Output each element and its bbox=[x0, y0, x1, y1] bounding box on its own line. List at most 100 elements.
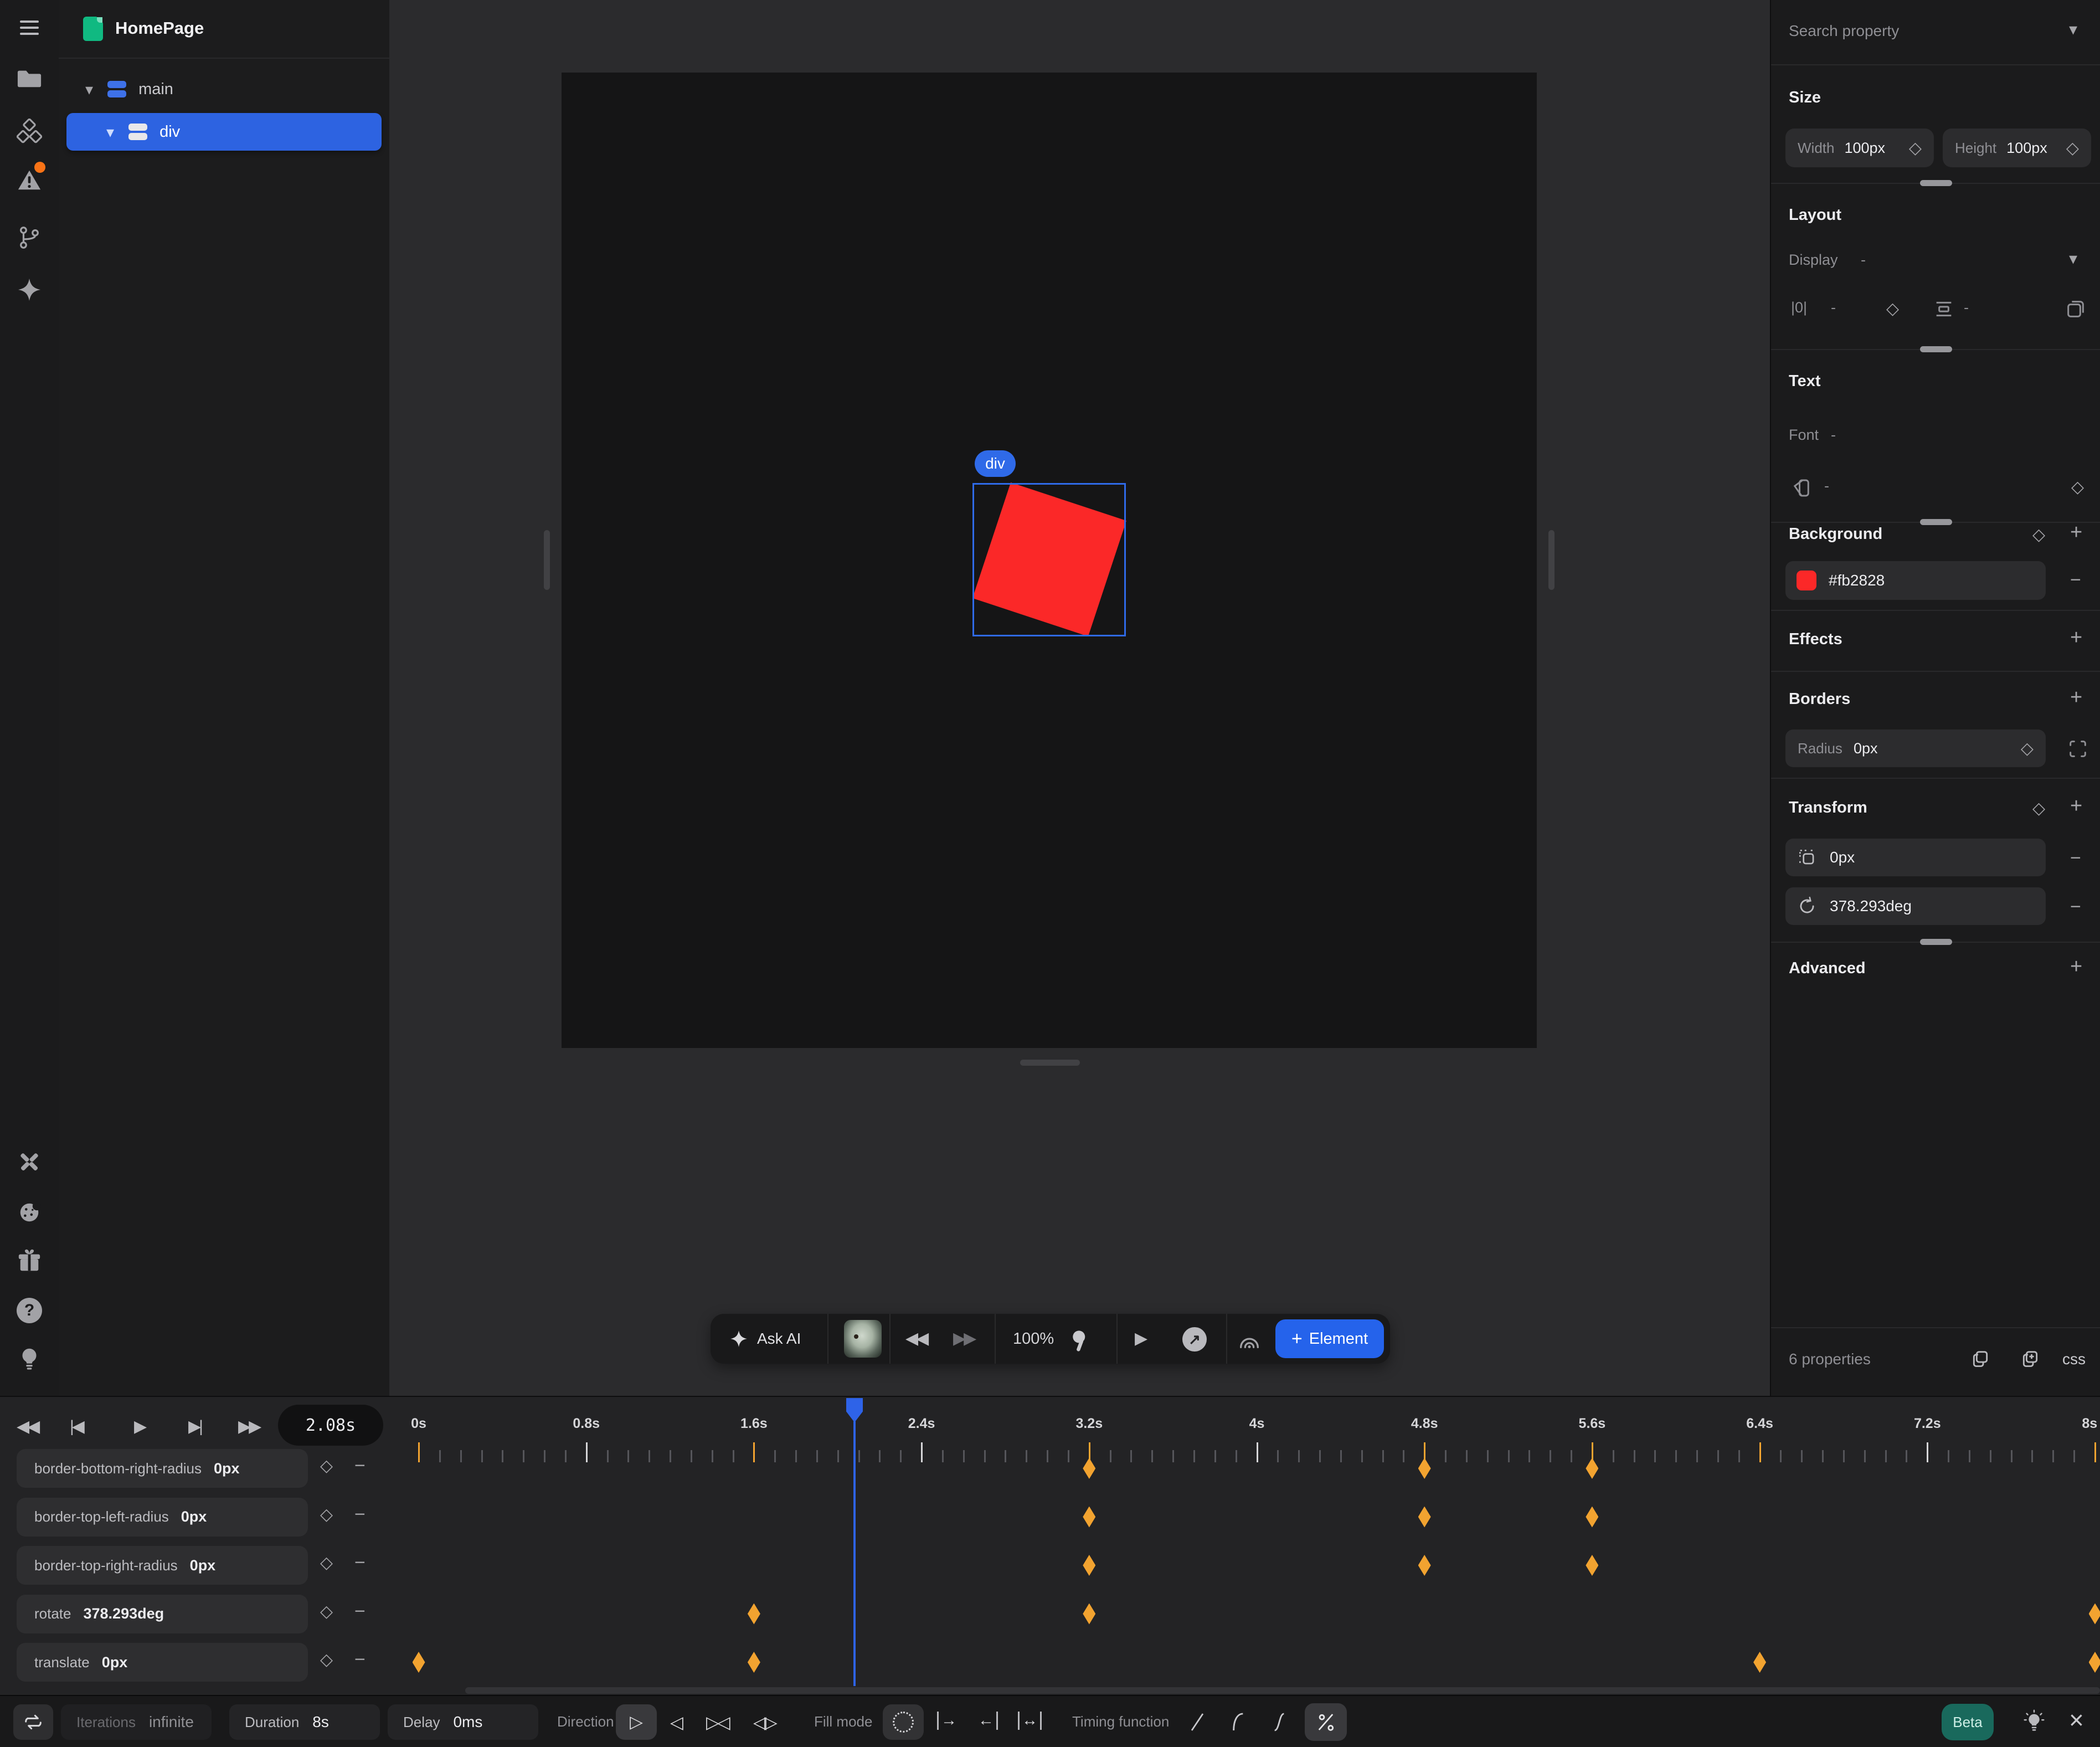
lightbulb-icon[interactable] bbox=[17, 1346, 42, 1371]
timing-bezier-button[interactable] bbox=[1305, 1703, 1347, 1741]
design-tools-icon[interactable] bbox=[17, 1149, 42, 1175]
resize-handle-left[interactable] bbox=[544, 530, 550, 590]
advanced-add-button[interactable]: + bbox=[2070, 955, 2082, 979]
rewind-button[interactable]: ◀◀ bbox=[905, 1329, 927, 1348]
track-remove-button[interactable]: − bbox=[354, 1649, 366, 1671]
effects-add-button[interactable]: + bbox=[2070, 626, 2082, 650]
frame-icon[interactable] bbox=[2065, 298, 2087, 320]
tree-label-div[interactable]: div bbox=[159, 123, 180, 141]
timing-ease-in-out-button[interactable] bbox=[1268, 1711, 1290, 1733]
keyframe-diamond[interactable] bbox=[1586, 1507, 1598, 1528]
background-color-field[interactable]: #fb2828 bbox=[1785, 561, 2046, 600]
keyframe-diamond[interactable] bbox=[1586, 1555, 1598, 1576]
feedback-lightbulb-icon[interactable] bbox=[2021, 1709, 2047, 1735]
motion-path-icon[interactable] bbox=[1237, 1327, 1262, 1353]
restart-button[interactable]: ↗ bbox=[1182, 1327, 1207, 1352]
section-resize-handle[interactable] bbox=[1920, 346, 1952, 352]
track-property-value[interactable]: 0px bbox=[102, 1654, 128, 1671]
ask-ai-button[interactable]: Ask AI bbox=[729, 1314, 801, 1364]
align-value[interactable]: - bbox=[1964, 299, 1969, 316]
folder-icon[interactable] bbox=[17, 65, 42, 91]
direction-alternate-button[interactable]: ▷◁ bbox=[706, 1713, 728, 1733]
width-field[interactable]: Width 100px ◇ bbox=[1785, 129, 1934, 167]
keyframe-diamond[interactable] bbox=[748, 1652, 760, 1673]
resize-handle-right[interactable] bbox=[1548, 530, 1555, 590]
direction-reverse-button[interactable]: ◁ bbox=[670, 1713, 683, 1733]
height-keyframe-diamond-icon[interactable]: ◇ bbox=[2066, 138, 2079, 158]
transform-add-button[interactable]: + bbox=[2070, 794, 2082, 818]
add-element-button[interactable]: + Element bbox=[1275, 1319, 1384, 1358]
width-keyframe-diamond-icon[interactable]: ◇ bbox=[1909, 138, 1922, 158]
rotate-value[interactable]: 378.293deg bbox=[1830, 897, 1912, 915]
track-add-keyframe-diamond-icon[interactable]: ◇ bbox=[320, 1553, 333, 1573]
rotate-remove-button[interactable]: − bbox=[2070, 896, 2081, 918]
font-value[interactable]: - bbox=[1831, 427, 1836, 444]
track-property-value[interactable]: 0px bbox=[190, 1557, 216, 1574]
delay-field[interactable]: Delay 0ms bbox=[388, 1704, 538, 1740]
keyframe-diamond[interactable] bbox=[1753, 1652, 1766, 1673]
track-add-keyframe-diamond-icon[interactable]: ◇ bbox=[320, 1456, 333, 1476]
tree-label-main[interactable]: main bbox=[138, 80, 173, 99]
track-remove-button[interactable]: − bbox=[354, 1504, 366, 1525]
keyframe-diamond[interactable] bbox=[1083, 1507, 1095, 1528]
timeline-scrollbar[interactable] bbox=[465, 1687, 2100, 1694]
gap-value[interactable]: - bbox=[1831, 299, 1836, 316]
section-resize-handle[interactable] bbox=[1920, 180, 1952, 186]
resize-handle-bottom[interactable] bbox=[1020, 1060, 1080, 1066]
close-panel-button[interactable]: × bbox=[2069, 1705, 2084, 1735]
track-row-translate[interactable]: translate0px bbox=[17, 1643, 308, 1682]
help-icon[interactable]: ? bbox=[17, 1298, 42, 1323]
keyframe-diamond[interactable] bbox=[1083, 1555, 1095, 1576]
borders-add-button[interactable]: + bbox=[2070, 686, 2082, 710]
keyframe-diamond[interactable] bbox=[1418, 1507, 1431, 1528]
menu-icon[interactable] bbox=[20, 17, 39, 39]
loop-button[interactable] bbox=[13, 1704, 53, 1740]
layout-keyframe-diamond-icon[interactable]: ◇ bbox=[1886, 299, 1899, 318]
track-row-border-top-left-radius[interactable]: border-top-left-radius0px bbox=[17, 1498, 308, 1537]
element-tag-badge[interactable]: div bbox=[975, 450, 1016, 477]
track-row-border-top-right-radius[interactable]: border-top-right-radius0px bbox=[17, 1546, 308, 1585]
search-property-input[interactable]: Search property bbox=[1789, 22, 1899, 40]
search-caret-icon[interactable]: ▾ bbox=[2069, 20, 2077, 39]
track-add-keyframe-diamond-icon[interactable]: ◇ bbox=[320, 1602, 333, 1621]
direction-normal-button[interactable]: ▷ bbox=[616, 1704, 657, 1740]
duration-field[interactable]: Duration 8s bbox=[229, 1704, 380, 1740]
section-resize-handle[interactable] bbox=[1920, 939, 1952, 945]
background-color-hex[interactable]: #fb2828 bbox=[1829, 572, 1885, 589]
gift-icon[interactable] bbox=[17, 1248, 42, 1274]
background-color-swatch[interactable] bbox=[1797, 571, 1816, 590]
iterations-value[interactable]: infinite bbox=[149, 1713, 194, 1731]
playhead-line[interactable] bbox=[853, 1421, 856, 1686]
tree-row-main[interactable]: ▾ main bbox=[59, 71, 389, 107]
branch-icon[interactable] bbox=[17, 225, 42, 250]
text-color-value[interactable]: - bbox=[1824, 477, 1829, 495]
keyframe-diamond[interactable] bbox=[2089, 1652, 2100, 1673]
timing-linear-button[interactable] bbox=[1186, 1711, 1208, 1733]
timing-ease-button[interactable] bbox=[1227, 1711, 1249, 1733]
zoom-level[interactable]: 100% bbox=[1013, 1330, 1054, 1348]
height-field[interactable]: Height 100px ◇ bbox=[1943, 129, 2091, 167]
components-icon[interactable] bbox=[17, 119, 42, 144]
track-property-value[interactable]: 378.293deg bbox=[84, 1605, 164, 1622]
track-remove-button[interactable]: − bbox=[354, 1455, 366, 1477]
keyframe-diamond[interactable] bbox=[1083, 1604, 1095, 1625]
background-add-button[interactable]: + bbox=[2070, 521, 2082, 544]
background-remove-button[interactable]: − bbox=[2070, 569, 2081, 591]
translate-remove-button[interactable]: − bbox=[2070, 847, 2081, 869]
keyframe-diamond[interactable] bbox=[413, 1652, 425, 1673]
track-property-value[interactable]: 0px bbox=[214, 1460, 240, 1477]
translate-field[interactable]: 0px bbox=[1785, 839, 2046, 876]
fill-mode-forwards-button[interactable]: → bbox=[937, 1712, 957, 1730]
keyframe-diamond[interactable] bbox=[1083, 1458, 1095, 1479]
fast-forward-button[interactable]: ▶▶ bbox=[953, 1329, 974, 1348]
caret-down-icon[interactable]: ▾ bbox=[85, 80, 93, 99]
user-avatar[interactable] bbox=[844, 1320, 882, 1358]
width-value[interactable]: 100px bbox=[1844, 140, 1885, 157]
fill-mode-none-button[interactable] bbox=[883, 1704, 924, 1740]
zoom-magnifier-icon[interactable] bbox=[1068, 1327, 1093, 1352]
cookie-icon[interactable] bbox=[17, 1200, 42, 1225]
iterations-field[interactable]: Iterations infinite bbox=[61, 1704, 212, 1740]
track-add-keyframe-diamond-icon[interactable]: ◇ bbox=[320, 1650, 333, 1669]
track-remove-button[interactable]: − bbox=[354, 1601, 366, 1622]
section-resize-handle[interactable] bbox=[1920, 519, 1952, 525]
